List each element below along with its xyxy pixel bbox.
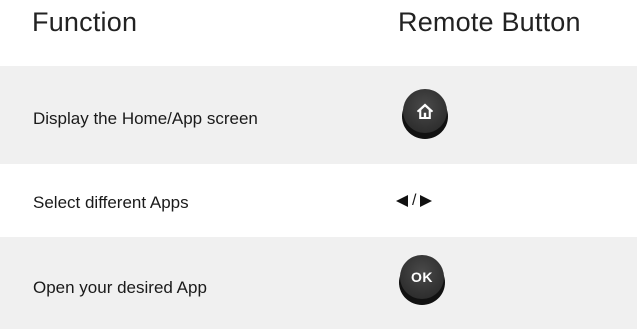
ok-button-illustration: OK [399, 255, 445, 305]
house-glyph [416, 103, 434, 119]
table-row-select-apps: Select different Apps / [0, 164, 637, 237]
arrow-separator: / [412, 192, 417, 209]
home-icon [403, 89, 447, 133]
right-arrow-icon [420, 195, 433, 207]
left-right-arrows-icon: / [395, 192, 433, 210]
function-label-select: Select different Apps [33, 193, 189, 212]
table-row-home: Display the Home/App screen [0, 66, 637, 164]
table-row-open-app: Open your desired App OK [0, 237, 637, 329]
function-column-header: Function [32, 7, 138, 37]
ok-label: OK [411, 269, 433, 285]
left-arrow-icon [396, 195, 408, 207]
function-label-open: Open your desired App [33, 278, 207, 297]
remote-button-column-header: Remote Button [398, 7, 581, 37]
function-label-home: Display the Home/App screen [33, 109, 258, 128]
ok-button-face: OK [400, 255, 444, 299]
home-button-illustration [402, 89, 448, 139]
table-header: Function Remote Button [0, 0, 637, 64]
